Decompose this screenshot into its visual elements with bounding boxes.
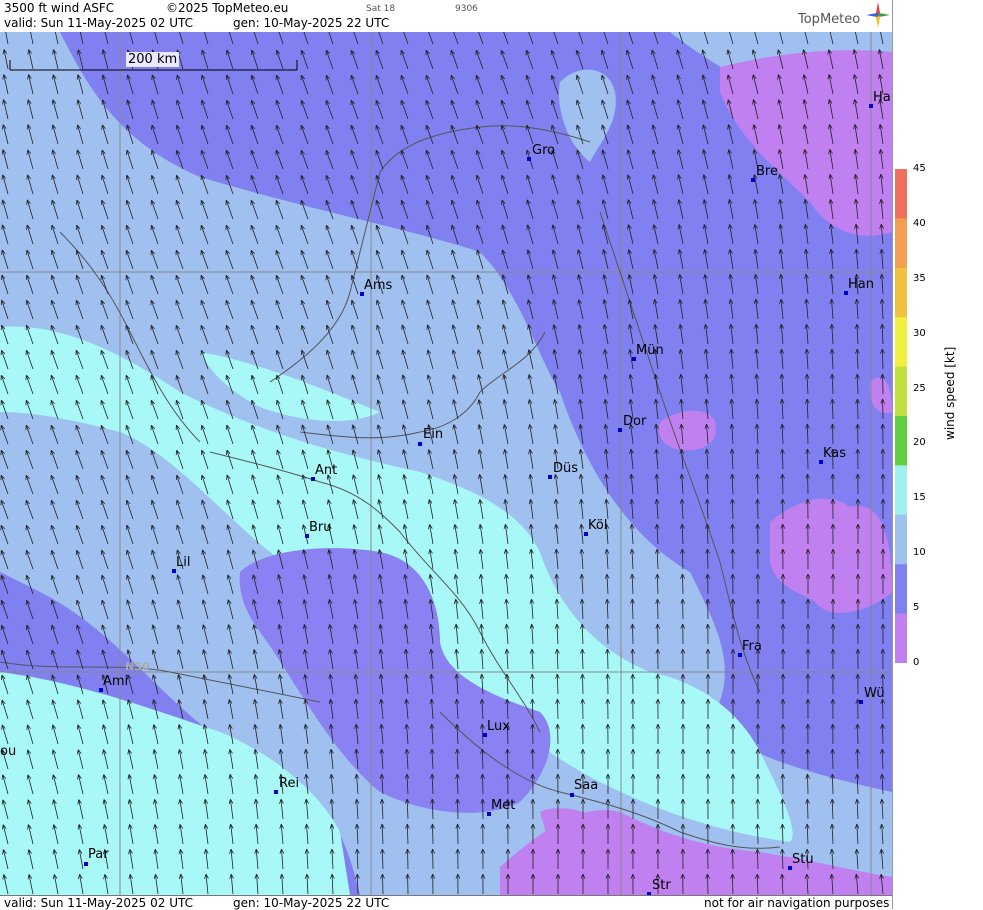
colorbar-segment	[895, 218, 907, 269]
city-label[interactable]: Ami	[103, 674, 128, 689]
map-header: 3500 ft wind ASFC ©2025 TopMeteo.eu Sat …	[0, 0, 892, 33]
colorbar-tick: 25	[913, 383, 926, 394]
city-marker	[570, 793, 574, 797]
city-label[interactable]: Kas	[823, 446, 846, 461]
city-label[interactable]: Ant	[315, 463, 337, 478]
city-label[interactable]: Ein	[423, 427, 443, 442]
city-label[interactable]: Bru	[309, 520, 332, 535]
city-marker	[418, 442, 422, 446]
city-label[interactable]: ou	[0, 744, 16, 759]
city-label[interactable]: Lux	[487, 719, 510, 734]
city-marker	[618, 428, 622, 432]
city-marker	[548, 475, 552, 479]
footer-gen-time: gen: 10-May-2025 22 UTC	[233, 896, 390, 910]
valid-time: valid: Sun 11-May-2025 02 UTC	[4, 16, 193, 30]
city-marker	[274, 790, 278, 794]
city-marker	[751, 178, 755, 182]
latitude-label: N50	[125, 660, 150, 673]
city-label[interactable]: Dor	[623, 414, 646, 429]
colorbar-segment	[895, 366, 907, 417]
city-label[interactable]: Bre	[756, 164, 778, 179]
colorbar-segment	[895, 465, 907, 516]
colorbar-tick: 10	[913, 547, 926, 558]
colorbar-tick: 30	[913, 328, 926, 339]
city-label[interactable]: Köl	[588, 518, 607, 533]
code-label: 9306	[455, 4, 478, 14]
colorbar-segment	[895, 169, 907, 219]
topmeteo-logo: TopMeteo	[798, 12, 861, 27]
city-label[interactable]: Stu	[792, 852, 814, 867]
colorbar-tick: 35	[913, 273, 926, 284]
sat-label: Sat 18	[366, 4, 396, 14]
gen-time: gen: 10-May-2025 22 UTC	[233, 16, 390, 30]
city-label[interactable]: Han	[848, 277, 874, 292]
wind-map[interactable]	[0, 32, 892, 895]
colorbar-tick: 0	[913, 657, 920, 668]
map-footer: valid: Sun 11-May-2025 02 UTC gen: 10-Ma…	[0, 895, 892, 910]
footer-valid-time: valid: Sun 11-May-2025 02 UTC	[4, 896, 193, 910]
city-label[interactable]: Par	[88, 847, 109, 862]
colorbar-tick: 15	[913, 492, 926, 503]
city-label[interactable]: Gro	[532, 143, 555, 158]
colorbar-segment	[895, 416, 907, 466]
city-label[interactable]: Lil	[176, 555, 190, 570]
disclaimer: not for air navigation purposes	[704, 896, 890, 910]
city-label[interactable]: Ams	[364, 278, 392, 293]
city-label[interactable]: Wü	[864, 686, 885, 701]
city-marker	[527, 157, 531, 161]
scale-bar-label: 200 km	[126, 52, 180, 67]
city-label[interactable]: Rei	[279, 776, 299, 791]
wind-speed-colorbar	[895, 169, 907, 663]
colorbar-tick: 45	[913, 163, 926, 174]
colorbar-tick: 20	[913, 437, 926, 448]
colorbar-tick: 5	[913, 602, 920, 613]
city-label[interactable]: Fra	[742, 639, 762, 654]
city-label[interactable]: Mün	[636, 343, 664, 358]
copyright: ©2025 TopMeteo.eu	[166, 1, 289, 15]
city-label[interactable]: Met	[491, 798, 515, 813]
product-title: 3500 ft wind ASFC	[4, 1, 115, 15]
colorbar-title: wind speed [kt]	[943, 346, 957, 440]
colorbar-segment	[895, 613, 907, 663]
city-label[interactable]: Saa	[574, 778, 598, 793]
colorbar-segment	[895, 267, 907, 318]
city-label[interactable]: Ha	[873, 90, 891, 105]
colorbar-tick: 40	[913, 218, 926, 229]
city-label[interactable]: Str	[652, 878, 671, 893]
city-marker	[84, 862, 88, 866]
compass-star-icon	[866, 2, 890, 28]
colorbar-segment	[895, 564, 907, 615]
colorbar-segment	[895, 514, 907, 565]
city-label[interactable]: Düs	[553, 461, 578, 476]
colorbar-segment	[895, 317, 907, 368]
city-marker	[859, 700, 863, 704]
